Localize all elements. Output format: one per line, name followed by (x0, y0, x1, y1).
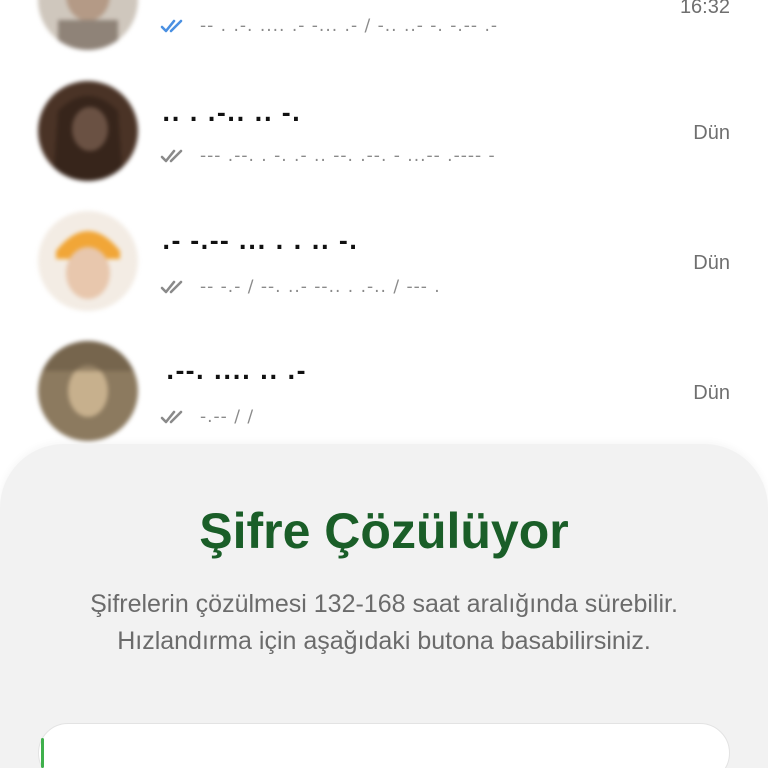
chat-preview: --- .--. . -. .- .. --. .--. - ...-- .--… (160, 146, 496, 166)
chat-name: .- -.-- ... . . .. -. (162, 230, 359, 255)
avatar-image (38, 0, 138, 50)
chat-time: 16:32 (679, 0, 730, 18)
chat-list: -- . .-. .... .- -... .- / -.. ..- -. -.… (0, 0, 768, 460)
preview-text: -.-- / / (200, 407, 255, 427)
avatar[interactable] (38, 341, 138, 441)
chat-preview: -.-- / / (160, 407, 254, 427)
speed-up-button[interactable] (38, 723, 730, 768)
preview-text: -- -.- / --. ..- --.. . .-.. / --- . (200, 277, 441, 297)
chat-preview: -- . .-. .... .- -... .- / -.. ..- -. -.… (160, 16, 498, 36)
chat-preview: -- -.- / --. ..- --.. . .-.. / --- . (160, 277, 441, 297)
sheet-title: Şifre Çözülüyor (199, 503, 569, 559)
avatar-image (38, 81, 138, 181)
avatar[interactable] (38, 0, 138, 50)
preview-text: --- .--. . -. .- .. --. .--. - ...-- .--… (200, 146, 496, 166)
chat-row[interactable]: .- -.-- ... . . .. -. -- -.- / --. ..- -… (0, 200, 768, 320)
chat-time: Dün (693, 382, 730, 404)
avatar-image (38, 211, 138, 311)
chat-name: .. . .-.. .. -. (162, 102, 302, 127)
chat-row[interactable]: .. . .-.. .. -. --- .--. . -. .- .. --. … (0, 70, 768, 190)
chat-name: .--. .... .. .- (166, 360, 307, 385)
chat-row[interactable]: -- . .-. .... .- -... .- / -.. ..- -. -.… (0, 0, 768, 50)
double-check-icon (160, 410, 183, 424)
chat-row[interactable]: .--. .... .. .- -.-- / / Dün (0, 330, 768, 450)
chat-time: Dün (693, 252, 730, 274)
double-check-icon (160, 280, 183, 294)
sheet-description: Şifrelerin çözülmesi 132-168 saat aralığ… (90, 590, 678, 655)
avatar[interactable] (38, 81, 138, 181)
double-check-icon (160, 19, 183, 33)
bottom-sheet: Şifre Çözülüyor Şifrelerin çözülmesi 132… (0, 444, 768, 768)
preview-text: -- . .-. .... .- -... .- / -.. ..- -. -.… (200, 16, 498, 36)
avatar-image (38, 341, 138, 441)
double-check-icon (160, 149, 183, 163)
avatar[interactable] (38, 211, 138, 311)
chat-time: Dün (693, 122, 730, 144)
button-accent (41, 738, 44, 768)
